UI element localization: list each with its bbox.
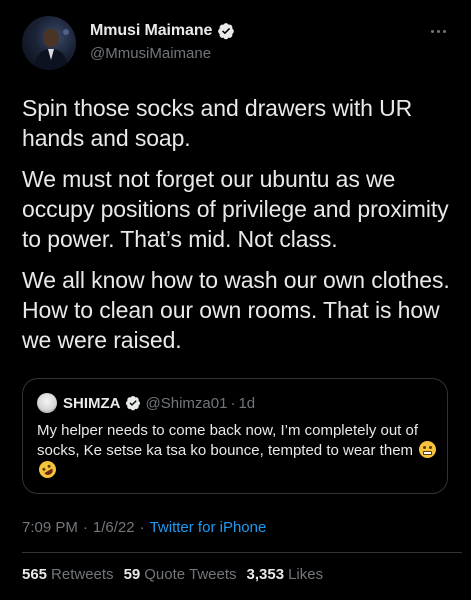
tweet-paragraph: We must not forget our ubuntu as we occu…: [22, 166, 449, 252]
tweet-paragraph: We all know how to wash our own clothes.…: [22, 267, 450, 353]
quote-tweets-count: 59: [123, 566, 141, 583]
more-dot-icon: [436, 29, 440, 33]
tweet-stats: 565 Retweets 59 Quote Tweets 3,353 Likes: [22, 566, 333, 583]
verified-badge-icon: [125, 396, 140, 411]
quote-tweets-stat[interactable]: 59 Quote Tweets: [124, 566, 237, 583]
tweet-date[interactable]: 1/6/22: [93, 519, 135, 536]
meta-separator: ·: [139, 519, 145, 536]
quoted-avatar[interactable]: [37, 393, 57, 413]
quoted-handle[interactable]: @Shimza01: [146, 395, 228, 412]
quoted-tweet-header: SHIMZA @Shimza01 · 1d: [37, 393, 255, 413]
quoted-tweet-text: My helper needs to come back now, I’m co…: [35, 421, 437, 482]
grimacing-emoji-icon: [419, 441, 437, 458]
tweet-meta: 7:09 PM · 1/6/22 · Twitter for iPhone: [22, 519, 266, 536]
quoted-timestamp[interactable]: 1d: [238, 395, 255, 412]
avatar[interactable]: [22, 16, 76, 70]
retweets-count: 565: [22, 566, 48, 583]
more-options-button[interactable]: [426, 24, 450, 38]
quote-tweets-label: Quote Tweets: [144, 566, 237, 583]
rofl-emoji-icon: [35, 457, 60, 482]
tweet-source-link[interactable]: Twitter for iPhone: [150, 519, 267, 536]
divider: [22, 552, 462, 553]
tweet-detail: Mmusi Maimane @MmusiMaimane Spin those s…: [0, 0, 471, 600]
likes-count: 3,353: [246, 566, 285, 583]
author-handle[interactable]: @MmusiMaimane: [90, 45, 235, 62]
likes-stat[interactable]: 3,353 Likes: [247, 566, 324, 583]
author-info: Mmusi Maimane @MmusiMaimane: [90, 21, 235, 62]
more-dot-icon: [442, 29, 446, 33]
retweets-label: Retweets: [51, 566, 114, 583]
verified-badge-icon: [218, 23, 235, 40]
more-dot-icon: [430, 29, 434, 33]
tweet-time[interactable]: 7:09 PM: [22, 519, 78, 536]
tweet-header: Mmusi Maimane @MmusiMaimane: [22, 14, 452, 72]
avatar-portrait-icon: [34, 28, 69, 70]
quoted-tweet-card[interactable]: SHIMZA @Shimza01 · 1d My helper needs to…: [22, 378, 448, 494]
quoted-text-content: My helper needs to come back now, I’m co…: [37, 422, 419, 459]
retweets-stat[interactable]: 565 Retweets: [22, 566, 114, 583]
quoted-display-name[interactable]: SHIMZA: [63, 395, 121, 412]
author-display-name[interactable]: Mmusi Maimane: [90, 22, 212, 40]
quoted-separator: ·: [230, 394, 236, 412]
tweet-paragraph: Spin those socks and drawers with UR han…: [22, 95, 413, 151]
likes-label: Likes: [288, 566, 324, 583]
tweet-text: Spin those socks and drawers with UR han…: [22, 93, 462, 355]
meta-separator: ·: [82, 519, 88, 536]
